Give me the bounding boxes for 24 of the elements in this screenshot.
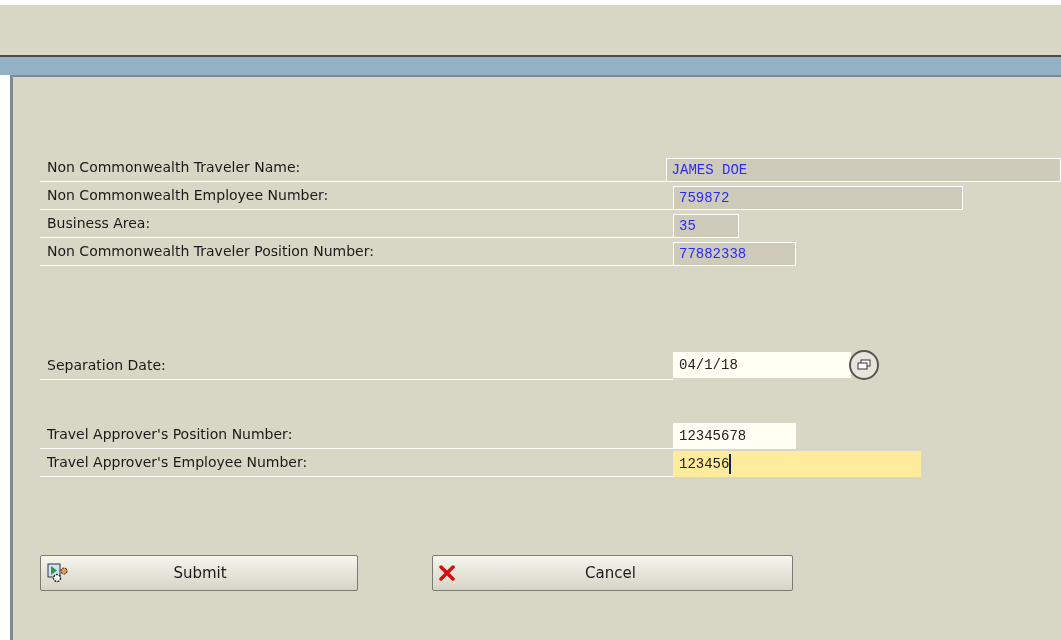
field-label: Business Area: [47, 215, 151, 231]
readonly-field: 77882338 [673, 242, 796, 266]
readonly-field: 759872 [673, 186, 963, 210]
field-label: Separation Date: [47, 357, 166, 373]
field-label: Non Commonwealth Traveler Position Number: [47, 243, 374, 259]
readonly-field: JAMES DOE [665, 158, 1061, 182]
calendar-help-button[interactable] [849, 350, 879, 380]
cancel-icon [439, 565, 455, 581]
text-cursor [729, 454, 732, 474]
readonly-field: 35 [673, 214, 739, 238]
execute-icon [47, 563, 69, 583]
input-field[interactable]: 04/1/18 [673, 352, 851, 378]
field-value: 12345678 [679, 429, 747, 443]
submit-button[interactable]: Submit [40, 555, 358, 591]
input-field[interactable]: 12345678 [673, 423, 796, 449]
field-value: 123456 [679, 457, 730, 471]
field-value: 04/1/18 [679, 358, 738, 372]
field-label: Travel Approver's Employee Number: [47, 454, 308, 470]
field-label: Travel Approver's Position Number: [47, 426, 293, 442]
window-icon [857, 359, 871, 371]
input-field[interactable]: 123456 [673, 451, 921, 477]
cancel-button[interactable]: Cancel [432, 555, 793, 591]
field-label: Non Commonwealth Employee Number: [47, 187, 329, 203]
field-label: Non Commonwealth Traveler Name: [47, 159, 301, 175]
